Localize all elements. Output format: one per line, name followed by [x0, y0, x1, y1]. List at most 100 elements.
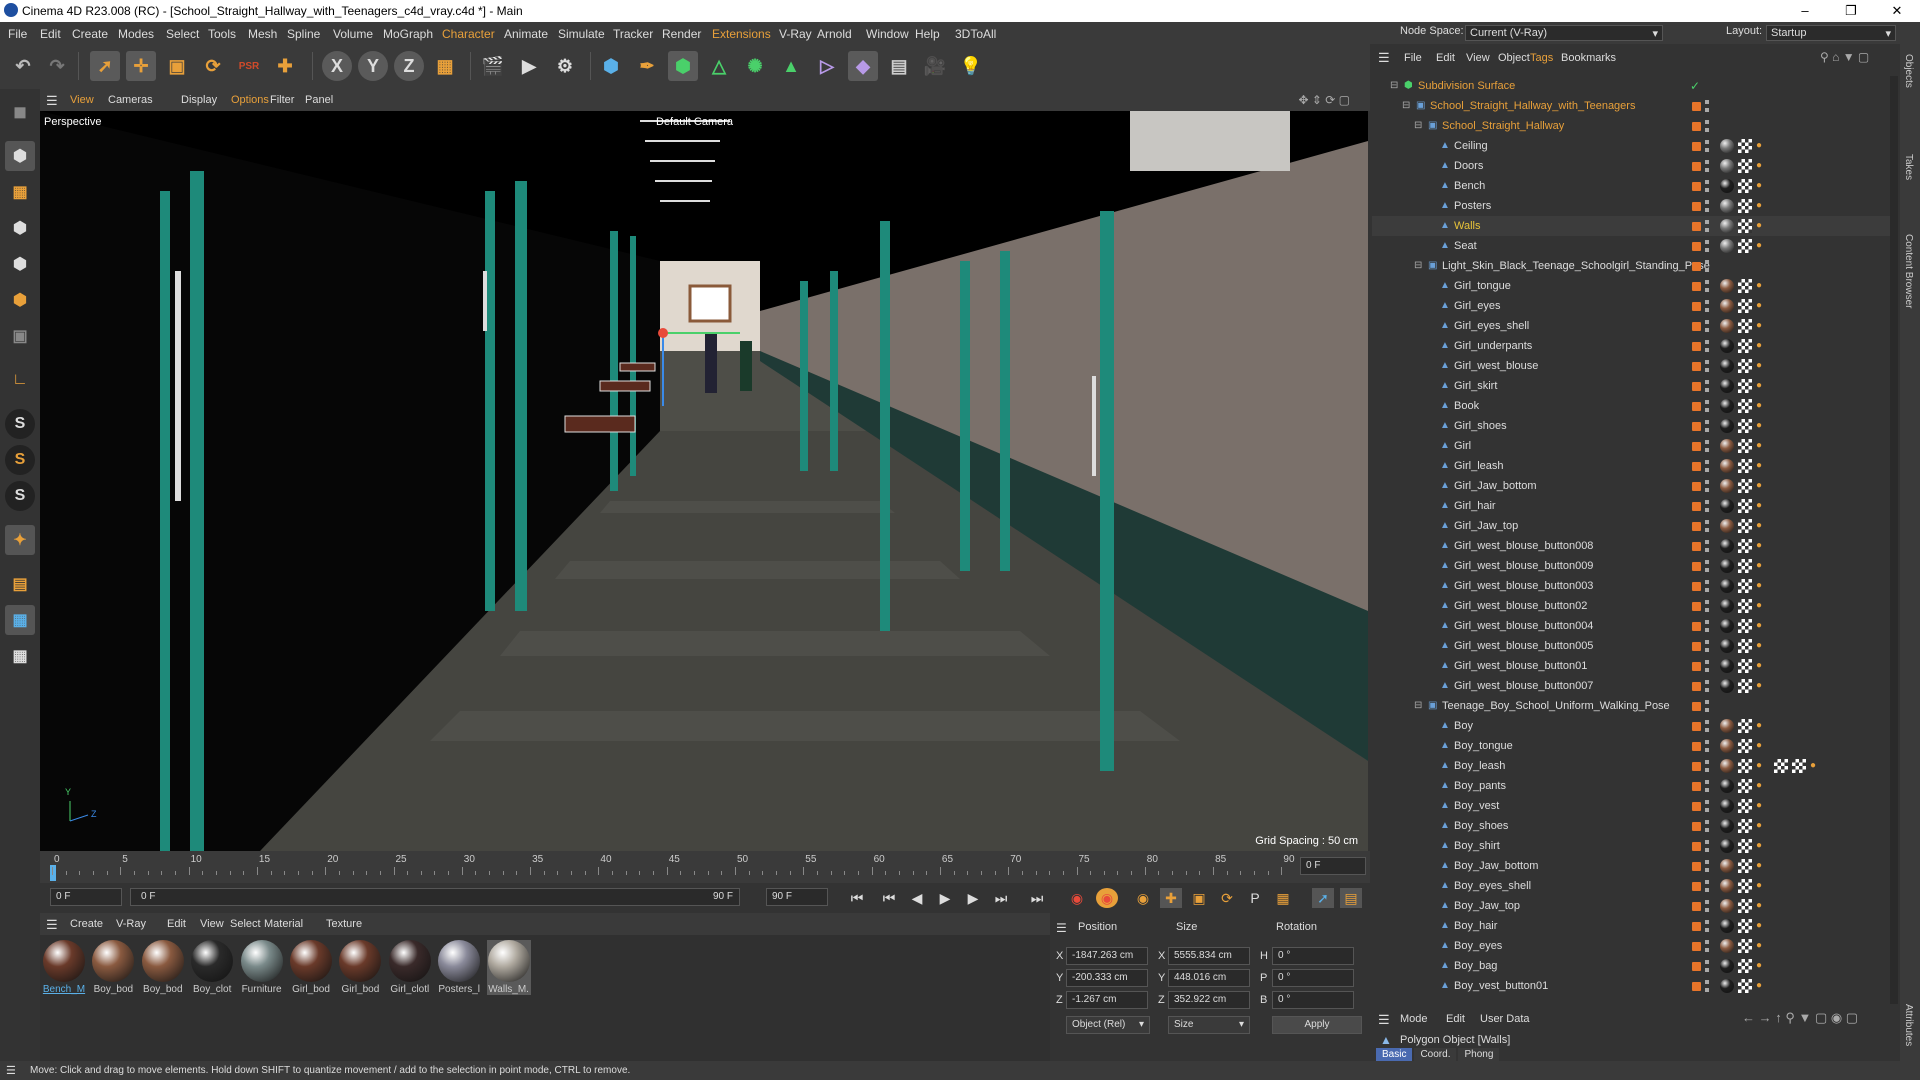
object-row[interactable]: ▲ Boy ●	[1372, 716, 1890, 736]
texture-tag-icon[interactable]	[1792, 759, 1806, 773]
interpolation-icon[interactable]: ➚	[1312, 888, 1334, 908]
phong-tag-icon[interactable]: ●	[1756, 620, 1768, 632]
object-menu-edit[interactable]: Edit	[1436, 52, 1455, 64]
object-row[interactable]: ▲ Posters ●	[1372, 196, 1890, 216]
hamburger-icon[interactable]: ☰	[1056, 921, 1067, 935]
material-tag-icon[interactable]	[1720, 299, 1734, 313]
material-menu-v-ray[interactable]: V-Ray	[116, 918, 146, 930]
deformer-icon[interactable]: ▷	[812, 51, 842, 81]
viewport-nav-icons[interactable]: ✥ ⇕ ⟳ ▢	[1298, 93, 1350, 107]
visibility-toggle[interactable]	[1705, 720, 1709, 732]
position-y-field[interactable]: -200.333 cm	[1066, 969, 1148, 987]
texture-tag-icon[interactable]	[1738, 199, 1752, 213]
material-tag-icon[interactable]	[1720, 139, 1734, 153]
phong-tag-icon[interactable]: ●	[1756, 160, 1768, 172]
side-tab-content-browser[interactable]: Content Browser	[1903, 234, 1914, 308]
texture-tag-icon[interactable]	[1738, 979, 1752, 993]
material-tag-icon[interactable]	[1720, 759, 1734, 773]
menu-tools[interactable]: Tools	[208, 27, 236, 41]
object-row[interactable]: ▲ Doors ●	[1372, 156, 1890, 176]
key-pla-icon[interactable]: ▦	[1272, 888, 1294, 908]
visibility-toggle[interactable]	[1705, 420, 1709, 432]
object-row[interactable]: ▲ Girl_west_blouse_button004 ●	[1372, 616, 1890, 636]
object-row[interactable]: ▲ Girl_Jaw_bottom ●	[1372, 476, 1890, 496]
material-tag-icon[interactable]	[1720, 379, 1734, 393]
minimize-icon[interactable]: –	[1782, 0, 1828, 22]
texture-tag-icon[interactable]	[1738, 579, 1752, 593]
object-row[interactable]: ▲ Boy_hair ●	[1372, 916, 1890, 936]
object-row[interactable]: ▲ Ceiling ●	[1372, 136, 1890, 156]
menu-extensions[interactable]: Extensions	[712, 27, 771, 41]
visibility-toggle[interactable]	[1705, 440, 1709, 452]
node-space-dropdown[interactable]: Current (V-Ray) ▾	[1465, 25, 1663, 41]
phong-tag-icon[interactable]: ●	[1756, 820, 1768, 832]
material-tag-icon[interactable]	[1720, 579, 1734, 593]
current-frame-field[interactable]: 0 F	[1300, 857, 1366, 875]
menu-animate[interactable]: Animate	[504, 27, 548, 41]
phong-tag-icon[interactable]: ●	[1756, 240, 1768, 252]
uv-mode-icon[interactable]: ▣	[5, 321, 35, 351]
layer-color-toggle[interactable]	[1692, 402, 1701, 411]
layer-color-toggle[interactable]	[1692, 742, 1701, 751]
material-tag-icon[interactable]	[1720, 679, 1734, 693]
layer-color-toggle[interactable]	[1692, 962, 1701, 971]
layer-color-toggle[interactable]	[1692, 942, 1701, 951]
menu-create[interactable]: Create	[72, 27, 108, 41]
phong-tag-icon[interactable]: ●	[1756, 400, 1768, 412]
apply-button[interactable]: Apply	[1272, 1016, 1362, 1034]
cloner-icon[interactable]: ✺	[740, 51, 770, 81]
keyframe-selection-icon[interactable]: ◉	[1132, 888, 1154, 908]
next-key-icon[interactable]: ⏭	[990, 888, 1012, 908]
position-z-field[interactable]: -1.267 cm	[1066, 991, 1148, 1009]
object-row[interactable]: ▲ Bench ●	[1372, 176, 1890, 196]
visibility-toggle[interactable]	[1705, 820, 1709, 832]
texture-tag-icon[interactable]	[1738, 739, 1752, 753]
material-menu-texture[interactable]: Texture	[326, 918, 362, 930]
texture-tag-icon[interactable]	[1738, 539, 1752, 553]
object-row[interactable]: ▲ Boy_Jaw_bottom ●	[1372, 856, 1890, 876]
coord-mode-dropdown[interactable]: Object (Rel) ▾	[1066, 1016, 1150, 1034]
range-slider[interactable]: 0 F 90 F	[130, 888, 740, 906]
phong-tag-icon[interactable]: ●	[1810, 760, 1822, 772]
workplane-snap-icon[interactable]: S	[5, 481, 35, 511]
visibility-toggle[interactable]	[1705, 800, 1709, 812]
texture-tag-icon[interactable]	[1738, 939, 1752, 953]
material-tag-icon[interactable]	[1720, 479, 1734, 493]
key-scale-icon[interactable]: ▣	[1188, 888, 1210, 908]
tab-phong[interactable]: Phong	[1458, 1048, 1500, 1062]
visibility-toggle[interactable]	[1705, 400, 1709, 412]
menu-edit[interactable]: Edit	[40, 27, 61, 41]
size-y-field[interactable]: 448.016 cm	[1168, 969, 1250, 987]
object-row[interactable]: ▲ Girl_shoes ●	[1372, 416, 1890, 436]
rotation-p-field[interactable]: 0 °	[1272, 969, 1354, 987]
object-row[interactable]: ▲ Girl_hair ●	[1372, 496, 1890, 516]
menu-3dtoall[interactable]: 3DToAll	[955, 27, 996, 41]
texture-tag-icon[interactable]	[1738, 479, 1752, 493]
texture-tag-icon[interactable]	[1738, 599, 1752, 613]
visibility-toggle[interactable]	[1705, 860, 1709, 872]
material-menu-select[interactable]: Select	[230, 918, 261, 930]
field-icon[interactable]: ◆	[848, 51, 878, 81]
phong-tag-icon[interactable]: ●	[1756, 980, 1768, 992]
object-menu-bookmarks[interactable]: Bookmarks	[1561, 52, 1616, 64]
redo-icon[interactable]: ↷	[42, 51, 72, 81]
phong-tag-icon[interactable]: ●	[1756, 420, 1768, 432]
phong-tag-icon[interactable]: ●	[1756, 940, 1768, 952]
phong-tag-icon[interactable]: ●	[1756, 180, 1768, 192]
menu-mesh[interactable]: Mesh	[248, 27, 277, 41]
object-row[interactable]: ▲ Boy_vest_button01 ●	[1372, 976, 1890, 996]
material-tag-icon[interactable]	[1720, 939, 1734, 953]
phong-tag-icon[interactable]: ●	[1756, 480, 1768, 492]
visibility-toggle[interactable]	[1705, 220, 1709, 232]
attr-menu-mode[interactable]: Mode	[1400, 1013, 1428, 1025]
menu-render[interactable]: Render	[662, 27, 701, 41]
texture-tag-icon[interactable]	[1738, 819, 1752, 833]
layer-color-toggle[interactable]	[1692, 422, 1701, 431]
material-swatch[interactable]: Girl_bod	[338, 940, 382, 995]
grid-icon[interactable]: ▦	[5, 605, 35, 635]
camera-name[interactable]: Default Camera	[656, 116, 733, 128]
prev-key-icon[interactable]: ⏮	[878, 888, 900, 908]
perspective-viewport[interactable]: Y Z Perspective Default Camera Grid Spac…	[40, 111, 1368, 851]
object-row[interactable]: ▲ Girl_west_blouse_button02 ●	[1372, 596, 1890, 616]
phong-tag-icon[interactable]: ●	[1756, 540, 1768, 552]
